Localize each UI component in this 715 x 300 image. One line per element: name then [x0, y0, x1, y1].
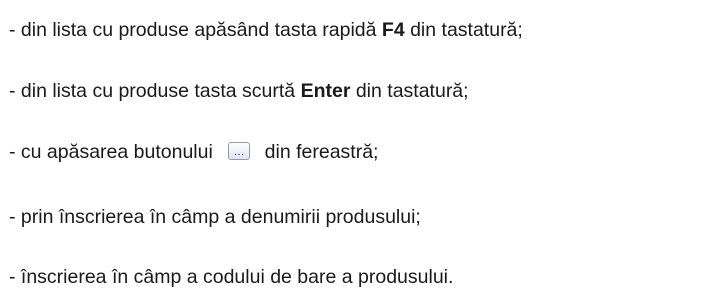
- item-text-pre: - din lista cu produse tasta scurtă: [9, 80, 301, 102]
- item-text-post: din tastatură;: [404, 19, 523, 41]
- document-page: - din lista cu produse apăsând tasta rap…: [0, 0, 715, 300]
- list-item-button: - cu apăsarea butonului ... din fereastr…: [9, 140, 378, 164]
- item-text-pre: - din lista cu produse apăsând tasta rap…: [9, 19, 382, 41]
- list-item-enter: - din lista cu produse tasta scurtă Ente…: [9, 79, 469, 103]
- ellipsis-button-label: ...: [233, 146, 245, 158]
- item-text: - prin înscrierea în câmp a denumirii pr…: [9, 206, 421, 228]
- list-item-barcode-field: - înscrierea în câmp a codului de bare a…: [9, 265, 453, 289]
- item-text-pre: - cu apăsarea butonului: [9, 141, 219, 163]
- item-text-post: din tastatură;: [350, 80, 469, 102]
- hotkey-f4: F4: [381, 19, 405, 41]
- item-text-post: din fereastră;: [259, 141, 379, 163]
- ellipsis-button-icon: ...: [228, 142, 251, 160]
- list-item-name-field: - prin înscrierea în câmp a denumirii pr…: [9, 205, 421, 229]
- list-item-f4: - din lista cu produse apăsând tasta rap…: [9, 18, 523, 42]
- item-text: - înscrierea în câmp a codului de bare a…: [9, 266, 454, 288]
- hotkey-enter: Enter: [300, 80, 351, 102]
